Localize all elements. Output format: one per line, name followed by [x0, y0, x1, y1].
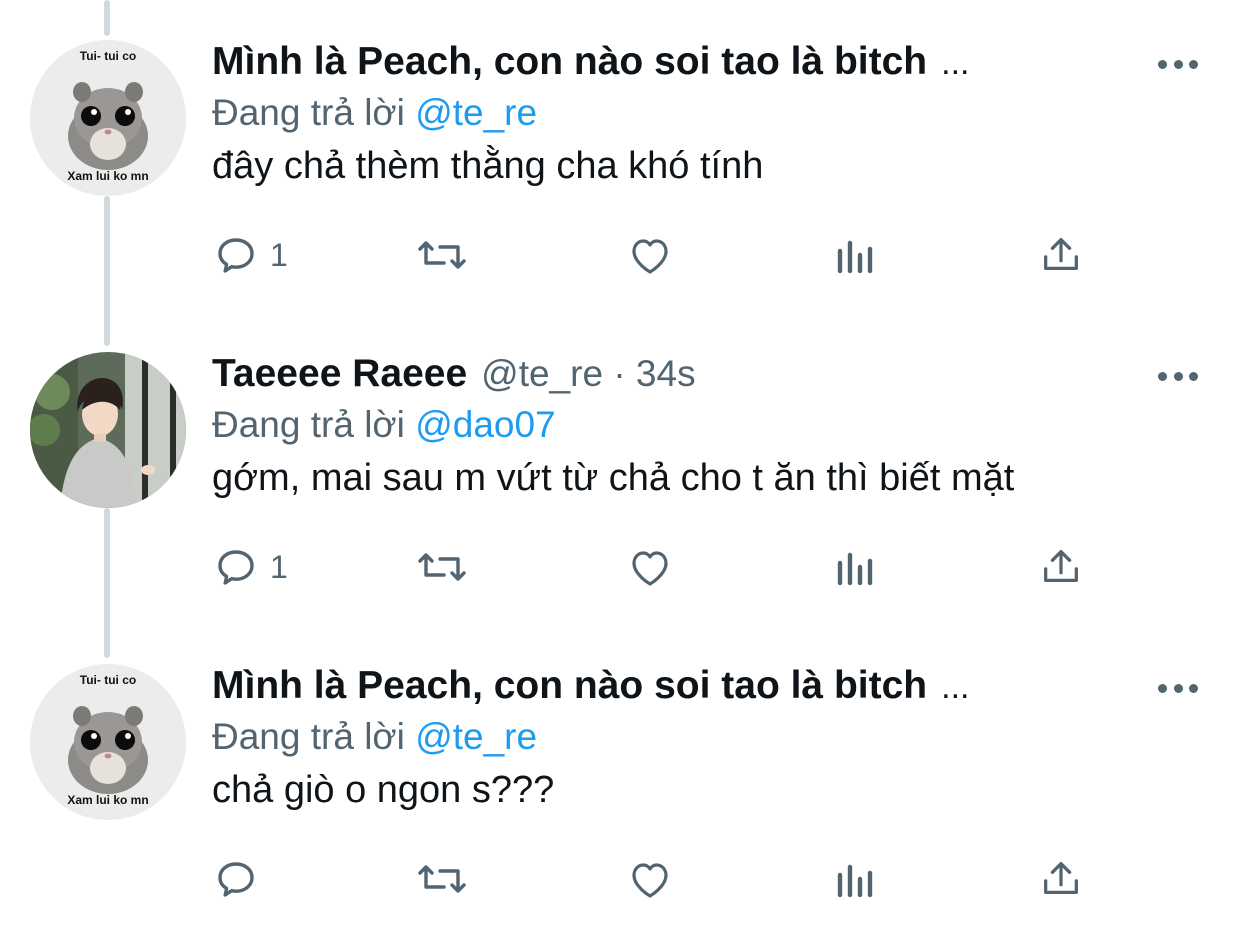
share-icon — [1044, 238, 1078, 271]
tweet-header: Mình là Peach, con nào soi tao là bitch … — [212, 664, 969, 714]
replying-to: Đang trả lời @te_re — [212, 716, 537, 758]
tweet[interactable]: Tui- tui co Xam lui ko mn Mình là Peach,… — [0, 40, 1242, 310]
retweet-icon — [418, 241, 466, 269]
reply-mention[interactable]: @te_re — [415, 92, 537, 133]
reply-icon — [218, 550, 254, 585]
share-button[interactable] — [1038, 542, 1084, 592]
tweet-header: Taeeee Raeee @te_re · 34s — [212, 352, 696, 402]
avatar-caption-top: Tui- tui co — [80, 49, 136, 63]
more-icon[interactable] — [1158, 678, 1198, 698]
like-icon — [632, 239, 668, 274]
tweet[interactable]: Taeeee Raeee @te_re · 34s Đang trả lời @… — [0, 352, 1242, 622]
tweet-header: Mình là Peach, con nào soi tao là bitch … — [212, 40, 969, 90]
share-icon — [1044, 550, 1078, 583]
avatar[interactable] — [30, 352, 186, 508]
reply-mention[interactable]: @te_re — [415, 716, 537, 757]
display-name[interactable]: Taeeee Raeee — [212, 352, 467, 396]
tweet-text: gớm, mai sau m vứt từ chả cho t ăn thì b… — [212, 457, 1015, 499]
analytics-icon — [837, 864, 873, 898]
retweet-button[interactable] — [414, 542, 470, 592]
tweet[interactable]: Tui- tui co Xam lui ko mn Mình là Peach,… — [0, 664, 1242, 934]
avatar[interactable]: Tui- tui co Xam lui ko mn — [30, 40, 186, 196]
analytics-button[interactable] — [834, 542, 878, 592]
avatar-caption-top: Tui- tui co — [80, 673, 136, 687]
retweet-button[interactable] — [414, 854, 470, 904]
retweet-icon — [418, 553, 466, 581]
reply-prefix: Đang trả lời — [212, 92, 405, 133]
reply-mention[interactable]: @dao07 — [415, 404, 555, 445]
reply-icon — [218, 238, 254, 273]
like-button[interactable] — [626, 854, 674, 904]
like-button[interactable] — [626, 542, 674, 592]
reply-count: 1 — [270, 236, 288, 273]
tweet-text: chả giò o ngon s??? — [212, 769, 555, 811]
analytics-icon — [837, 552, 873, 586]
like-icon — [632, 863, 668, 898]
share-button[interactable] — [1038, 854, 1084, 904]
like-button[interactable] — [626, 230, 674, 280]
retweet-icon — [418, 865, 466, 893]
avatar[interactable]: Tui- tui co Xam lui ko mn — [30, 664, 186, 820]
reply-button[interactable]: 1 — [212, 542, 288, 592]
thread-line — [104, 0, 110, 36]
reply-prefix: Đang trả lời — [212, 404, 405, 445]
handle-and-time[interactable]: @te_re · 34s — [481, 353, 695, 395]
avatar-caption-bottom: Xam lui ko mn — [67, 169, 148, 183]
analytics-icon — [837, 240, 873, 274]
reply-prefix: Đang trả lời — [212, 716, 405, 757]
reply-count: 1 — [270, 548, 288, 585]
more-icon[interactable] — [1158, 54, 1198, 74]
like-icon — [632, 551, 668, 586]
replying-to: Đang trả lời @dao07 — [212, 404, 556, 446]
display-name[interactable]: Mình là Peach, con nào soi tao là bitch — [212, 664, 927, 708]
share-icon — [1044, 862, 1078, 895]
name-truncation: ... — [941, 668, 970, 706]
reply-icon — [218, 862, 254, 897]
analytics-button[interactable] — [834, 854, 878, 904]
reply-button[interactable] — [212, 854, 270, 904]
replying-to: Đang trả lời @te_re — [212, 92, 537, 134]
reply-button[interactable]: 1 — [212, 230, 288, 280]
display-name[interactable]: Mình là Peach, con nào soi tao là bitch — [212, 40, 927, 84]
tweet-text: đây chả thèm thằng cha khó tính — [212, 145, 764, 187]
retweet-button[interactable] — [414, 230, 470, 280]
name-truncation: ... — [941, 44, 970, 82]
more-icon[interactable] — [1158, 366, 1198, 386]
analytics-button[interactable] — [834, 230, 878, 280]
share-button[interactable] — [1038, 230, 1084, 280]
avatar-caption-bottom: Xam lui ko mn — [67, 793, 148, 807]
